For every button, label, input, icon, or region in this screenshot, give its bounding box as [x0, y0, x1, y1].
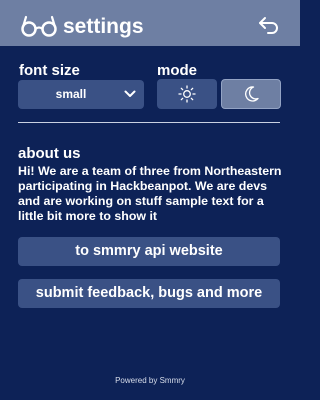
powered-by-text: Powered by Smmry: [115, 376, 185, 385]
about-text: Hi! We are a team of three from Northeas…: [18, 164, 282, 223]
mode-label: mode: [157, 62, 198, 79]
light-mode-button[interactable]: [157, 79, 217, 109]
chevron-down-icon: [124, 90, 136, 97]
dark-mode-button[interactable]: [221, 79, 281, 109]
page-title: settings: [63, 15, 144, 38]
header-bar: settings: [0, 0, 300, 46]
font-size-value: small: [55, 87, 87, 101]
font-size-select[interactable]: small: [18, 80, 144, 109]
submit-feedback-button[interactable]: submit feedback, bugs and more: [18, 279, 280, 308]
moon-icon: [245, 86, 259, 102]
font-size-label: font size: [19, 62, 80, 79]
return-arrow-icon[interactable]: [258, 15, 280, 35]
glasses-icon: [21, 15, 57, 37]
about-heading: about us: [18, 145, 81, 162]
smmry-website-button[interactable]: to smmry api website: [18, 237, 280, 266]
sun-icon: [178, 85, 196, 103]
section-divider: [18, 122, 280, 123]
